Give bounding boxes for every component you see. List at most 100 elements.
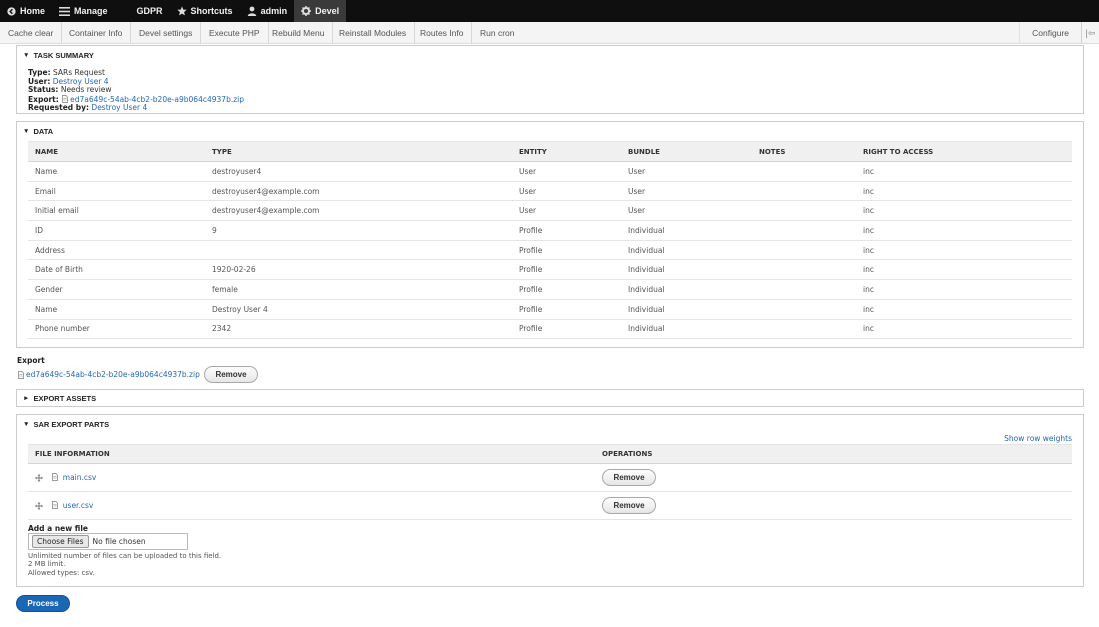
toolbar-home-label: Home [20,6,46,16]
part-remove-button[interactable]: Remove [602,469,656,486]
cell: destroyuser4@example.com [205,200,512,222]
task-summary-toggle[interactable]: ▼ Task Summary [17,46,1083,65]
col-bundle: Bundle [621,141,752,162]
cell [752,240,856,261]
collapse-triangle-icon: ▼ [23,52,30,59]
export-zip-link[interactable]: ed7a649c-54ab-4cb2-b20e-a9b064c4937b.zip [26,370,200,379]
devel-tray: Cache clear Container Info Devel setting… [0,22,1099,44]
data-title: Data [33,127,54,136]
cell: destroyuser4@example.com [205,181,512,202]
cell [752,181,856,202]
collapse-triangle-icon: ▼ [23,128,30,135]
tray-routes-info[interactable]: Routes Info [412,22,473,44]
cell: User [621,181,752,202]
file-cell: main.csv [28,463,595,492]
toolbar-admin[interactable]: admin [240,0,295,22]
cell: inc [856,319,1072,340]
cell: ID [28,220,205,241]
cell: Address [28,240,205,261]
tray-cache-clear[interactable]: Cache clear [0,22,63,44]
expand-triangle-icon: ► [23,395,30,402]
cell: 2342 [205,319,512,340]
drag-handle-icon[interactable] [35,502,43,510]
file-icon [62,94,69,103]
col-file-information: File information [28,444,595,464]
export-remove-button[interactable]: Remove [204,366,258,383]
col-operations: Operations [595,444,1072,464]
cell: Individual [621,279,752,300]
cell: Destroy User 4 [205,299,512,320]
data-table: Name Type Entity Bundle Notes Right to A… [28,141,1072,340]
toolbar-shortcuts-label: Shortcuts [190,6,233,16]
tray-container-info[interactable]: Container Info [61,22,132,44]
cell: destroyuser4 [205,161,512,182]
toolbar-devel[interactable]: Devel [294,0,347,22]
cell: inc [856,299,1072,320]
toolbar-manage[interactable]: Manage [52,0,115,22]
data-toggle[interactable]: ▼ Data [17,122,1083,141]
export-assets-toggle[interactable]: ► Export Assets [17,390,1083,408]
export-file-row: ed7a649c-54ab-4cb2-b20e-a9b064c4937b.zip [17,370,200,379]
part-file-link[interactable]: user.csv [63,501,94,510]
tray-configure[interactable]: Configure [1019,22,1081,44]
process-button[interactable]: Process [16,595,70,612]
export-assets-title: Export Assets [33,394,97,403]
tray-reinstall-modules[interactable]: Reinstall Modules [331,22,416,44]
toolbar-shortcuts[interactable]: Shortcuts [170,0,240,22]
cell: 9 [205,220,512,241]
cell: Name [28,299,205,320]
cell: Name [28,161,205,182]
cell: Profile [512,279,621,300]
help-allowed-types: Allowed types: csv. [28,568,95,577]
show-row-weights-link[interactable]: Show row weights [1004,434,1072,443]
table-row: Gender female Profile Individual inc [28,279,1072,300]
cell [752,259,856,281]
drag-handle-icon[interactable] [35,474,43,482]
cell: Individual [621,319,752,340]
operations-cell: Remove [595,463,1072,492]
cell: Individual [621,299,752,320]
add-new-file-label: Add a new file [28,524,89,533]
cell: inc [856,279,1072,300]
tray-devel-settings[interactable]: Devel settings [131,22,202,44]
cell: Profile [512,259,621,281]
table-row: Phone number 2342 Profile Individual inc [28,319,1072,340]
cell: inc [856,259,1072,281]
cell [752,200,856,222]
star-icon [176,6,187,16]
col-type: Type [205,141,512,162]
cell: female [205,279,512,300]
tray-orientation-toggle[interactable]: |⇦ [1081,22,1099,44]
part-file-link[interactable]: main.csv [63,473,97,482]
toolbar-home[interactable]: Home [0,0,52,22]
requested-by-label: Requested by: [28,103,90,113]
data-panel: ▼ Data Name Type Entity Bundle Notes Rig… [16,121,1084,348]
cell: Individual [621,259,752,281]
tray-execute-php[interactable]: Execute PHP [201,22,269,44]
cell: Profile [512,319,621,340]
cell [752,299,856,320]
cell: inc [856,220,1072,241]
toolbar-gdpr-label: GDPR [136,6,163,16]
toolbar-gdpr[interactable]: GDPR [115,0,170,22]
table-row: main.csv Remove [28,463,1072,492]
col-entity: Entity [512,141,621,162]
help-unlimited: Unlimited number of files can be uploade… [28,552,222,560]
part-remove-button[interactable]: Remove [602,497,656,514]
cell: User [512,161,621,182]
cell [752,319,856,340]
tray-rebuild-menu[interactable]: Rebuild Menu [264,22,334,44]
sar-export-parts-toggle[interactable]: ▼ SAR Export Parts [17,415,1083,434]
file-upload-input[interactable]: Choose Files No file chosen [28,533,188,550]
data-table-header: Name Type Entity Bundle Notes Right to A… [28,141,1072,162]
task-summary-panel: ▼ Task Summary Type: SARs Request User: … [16,45,1084,114]
cell [752,220,856,241]
cell: inc [856,240,1072,261]
tray-run-cron[interactable]: Run cron [472,22,523,44]
cell: inc [856,161,1072,182]
requested-by-link[interactable]: Destroy User 4 [91,103,147,113]
hamburger-icon [59,6,71,16]
sar-parts-table: File information Operations main.csv Rem… [28,444,1072,520]
choose-files-button[interactable]: Choose Files [32,535,89,548]
cell: Profile [512,220,621,241]
